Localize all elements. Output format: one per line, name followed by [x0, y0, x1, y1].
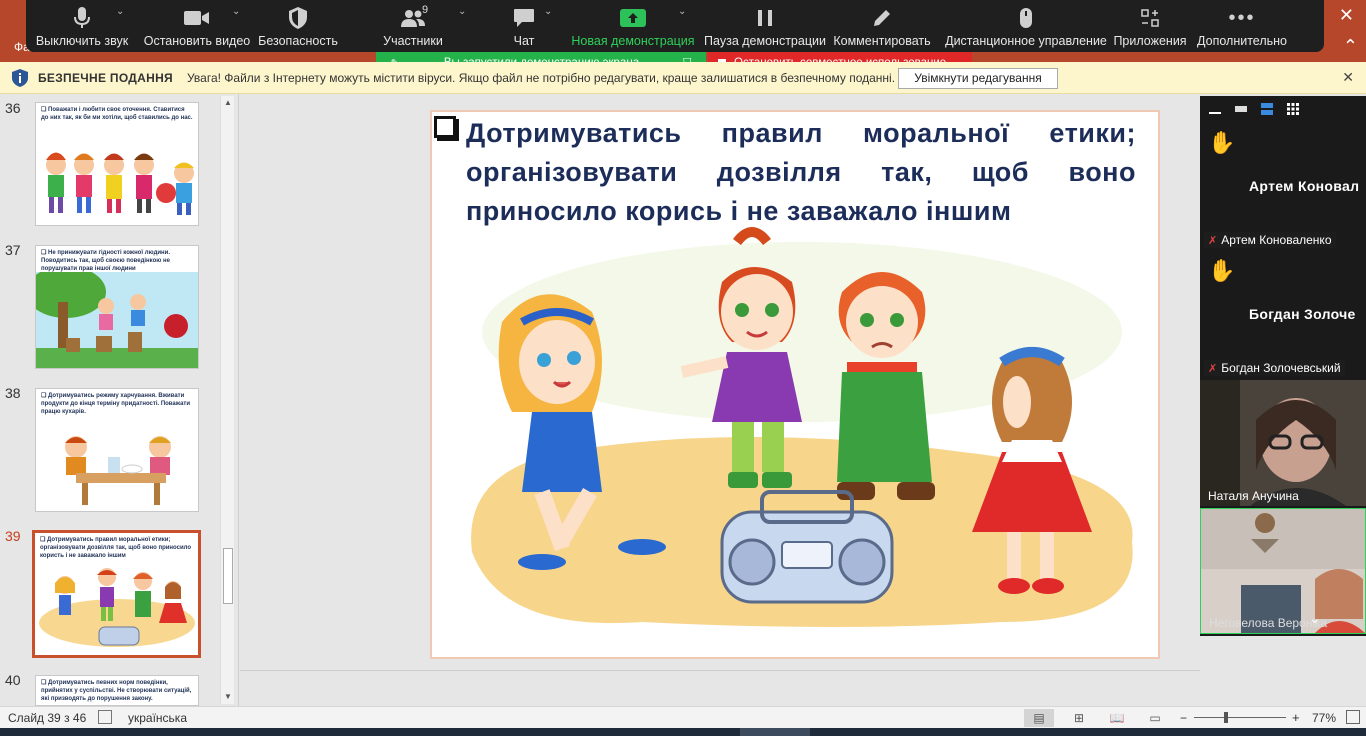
zoom-participants-panel: ✋ Артем Коновал ✗ Артем Коноваленко ✋ Бог…: [1200, 96, 1366, 636]
thumbnail-number: 38: [5, 385, 21, 401]
slide-counter: Слайд 39 з 46: [8, 711, 87, 725]
zoom-slider-knob[interactable]: [1224, 712, 1228, 723]
new-share-button[interactable]: ⌄ Новая демонстрация: [562, 0, 704, 48]
mic-muted-icon: ✗: [1208, 363, 1218, 375]
zoom-out-icon[interactable]: −: [1180, 711, 1187, 725]
zoom-meeting-toolbar: ⌄ Выключить звук ⌄ Остановить видео Безо…: [26, 0, 1324, 52]
participant-video-tile[interactable]: Наталя Анучина: [1200, 380, 1366, 506]
chevron-down-icon[interactable]: ⌄: [116, 6, 124, 17]
windows-taskbar: [0, 728, 1366, 736]
minimize-ribbon-icon[interactable]: ⌃: [1343, 36, 1358, 57]
slide-thumbnails-panel: 36 Поважати і любити своє оточення. Став…: [0, 94, 238, 706]
slide-thumbnail[interactable]: Поважати і любити своє оточення. Ставити…: [35, 102, 199, 226]
reading-view-icon[interactable]: 📖: [1102, 709, 1132, 727]
shield-icon: [288, 6, 308, 30]
gallery-grid-icon[interactable]: [1286, 102, 1300, 121]
zoom-slider[interactable]: − +: [1180, 710, 1300, 725]
participant-video-tile-active[interactable]: Неговелова Вероніка ⌄: [1200, 508, 1366, 634]
gallery-view-controls: [1200, 96, 1366, 126]
current-slide[interactable]: Дотримуватись правил моральної етики; ор…: [430, 110, 1160, 659]
scroll-up-icon[interactable]: ▲: [221, 96, 235, 110]
close-icon[interactable]: ✕: [1342, 69, 1354, 86]
thumbnail-number: 36: [5, 100, 21, 116]
apps-icon: [1140, 6, 1160, 30]
thumbnail-number: 40: [5, 672, 21, 688]
single-tile-icon[interactable]: [1234, 102, 1248, 121]
chevron-down-icon[interactable]: ⌄: [1309, 610, 1321, 627]
annotate-button[interactable]: Комментировать: [826, 0, 938, 48]
chat-bubble-icon: [513, 6, 535, 30]
slide-thumbnail-selected[interactable]: Дотримуватись правил моральної етики; ор…: [32, 530, 201, 658]
pencil-icon: [872, 6, 892, 30]
park-illustration: [36, 272, 198, 368]
speaker-view-icon[interactable]: [1260, 102, 1274, 121]
enable-editing-button[interactable]: Увімкнути редагування: [898, 68, 1058, 89]
close-icon[interactable]: ✕: [1339, 5, 1354, 26]
zoom-in-icon[interactable]: +: [1292, 710, 1300, 725]
chevron-down-icon[interactable]: ⌄: [544, 6, 552, 17]
chat-button[interactable]: ⌄ Чат: [486, 0, 562, 48]
chevron-down-icon[interactable]: ⌄: [458, 6, 466, 17]
slideshow-icon[interactable]: ▭: [1140, 709, 1170, 727]
participants-button[interactable]: 9 ⌄ Участники: [340, 0, 486, 48]
video-camera-icon: [184, 6, 210, 30]
scroll-thumb[interactable]: [223, 548, 233, 604]
mouse-icon: [1019, 6, 1033, 30]
participant-count: 9: [422, 4, 429, 16]
mic-muted-icon: ✗: [1208, 235, 1218, 247]
notes-divider: [240, 670, 1200, 671]
security-button[interactable]: Безопасность: [256, 0, 340, 48]
protected-view-title: БЕЗПЕЧНЕ ПОДАННЯ: [38, 70, 173, 85]
spellcheck-icon[interactable]: [98, 710, 112, 724]
taskbar-active-app[interactable]: [740, 728, 810, 736]
microphone-icon: [74, 6, 90, 30]
status-bar: Слайд 39 з 46 українська ▤ ⊞ 📖 ▭ − + 77%: [0, 706, 1366, 728]
raised-hand-icon: ✋: [1208, 258, 1236, 283]
zoom-percentage[interactable]: 77%: [1312, 711, 1336, 725]
participant-tile[interactable]: ✋ Артем Коновал ✗ Артем Коноваленко: [1200, 126, 1366, 252]
language-indicator[interactable]: українська: [128, 711, 187, 725]
chevron-down-icon[interactable]: ⌄: [678, 6, 686, 17]
apps-button[interactable]: Приложения: [1113, 0, 1187, 48]
mute-button[interactable]: ⌄ Выключить звук: [26, 0, 138, 48]
checkbox-bullet-icon: [434, 116, 456, 138]
slide-thumbnail[interactable]: Дотримуватись певних норм поведінки, при…: [35, 675, 199, 706]
more-icon: •••: [1228, 6, 1256, 29]
pause-share-button[interactable]: Пауза демонстрации: [704, 0, 826, 48]
thumbnail-number: 37: [5, 242, 21, 258]
slide-thumbnail[interactable]: Не принижувати гідності кожної людини. П…: [35, 245, 199, 369]
share-screen-icon: [620, 6, 646, 30]
stop-video-button[interactable]: ⌄ Остановить видео: [138, 0, 256, 48]
fit-to-window-icon[interactable]: [1346, 710, 1360, 724]
panel-divider: [238, 94, 239, 706]
protected-view-bar: БЕЗПЕЧНЕ ПОДАННЯ Увага! Файли з Інтернет…: [0, 62, 1366, 94]
more-button[interactable]: ••• Дополнительно: [1186, 0, 1298, 49]
protected-view-message: Увага! Файли з Інтернету можуть містити …: [186, 70, 896, 85]
children-illustration: [39, 568, 195, 647]
dining-illustration: [65, 436, 171, 505]
slide-thumbnail[interactable]: Дотримуватись режиму харчування. Вживати…: [35, 388, 199, 512]
children-playing-illustration: [471, 227, 1133, 627]
chevron-down-icon[interactable]: ⌄: [232, 6, 240, 17]
thumbnail-number-active: 39: [5, 528, 21, 544]
minimize-icon[interactable]: [1208, 102, 1222, 121]
remote-control-button[interactable]: Дистанционное управление: [938, 0, 1114, 48]
slide-sorter-icon[interactable]: ⊞: [1064, 709, 1094, 727]
pause-icon: [757, 6, 773, 30]
scroll-down-icon[interactable]: ▼: [221, 690, 235, 704]
normal-view-icon[interactable]: ▤: [1024, 709, 1054, 727]
kids-illustration: [46, 152, 194, 215]
raised-hand-icon: ✋: [1208, 130, 1236, 155]
shield-info-icon: [12, 68, 28, 87]
thumbnails-scrollbar[interactable]: ▲ ▼: [220, 96, 234, 704]
slide-body-text: Дотримуватись правил моральної етики; ор…: [466, 118, 1136, 226]
participant-tile[interactable]: ✋ Богдан Золоче ✗ Богдан Золочевський: [1200, 254, 1366, 380]
